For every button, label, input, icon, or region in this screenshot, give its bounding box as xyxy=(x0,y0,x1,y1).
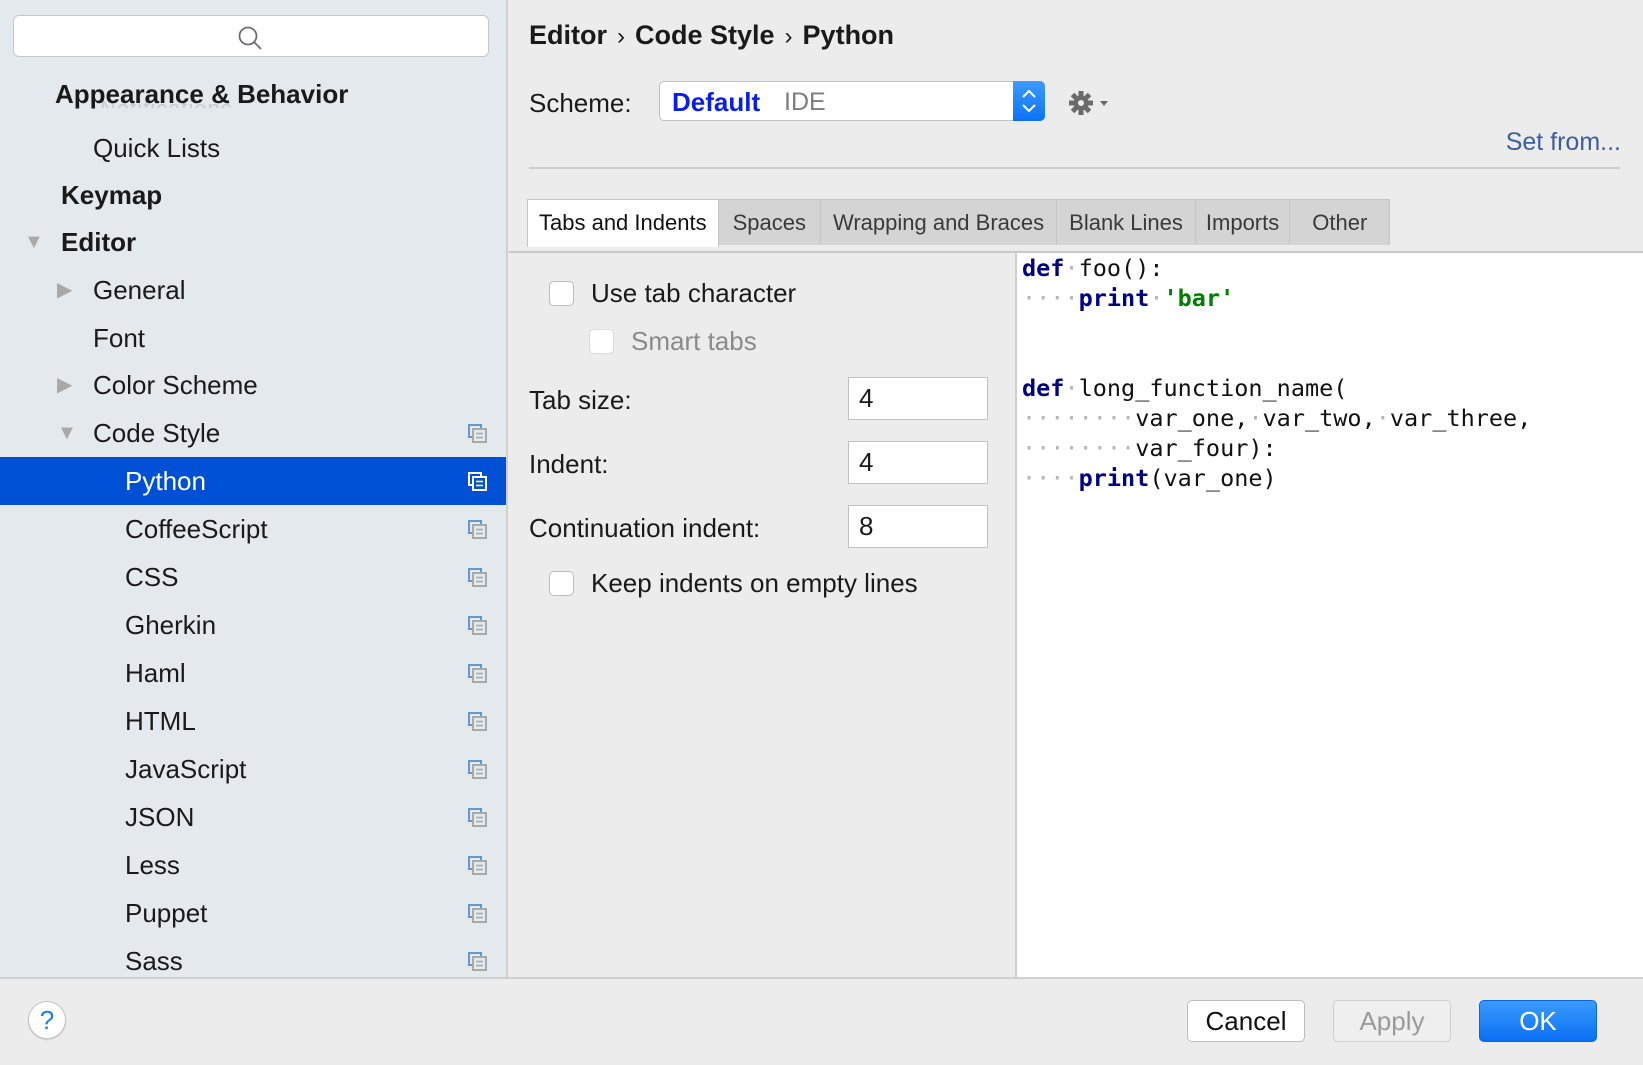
project-scheme-copy-icon xyxy=(468,424,487,443)
tab-other[interactable]: Other xyxy=(1289,199,1391,245)
sidebar-item-color-scheme[interactable]: ▶ Color Scheme xyxy=(0,361,506,409)
tab-bar: Tabs and Indents Spaces Wrapping and Brace… xyxy=(527,199,1391,247)
sidebar-item-label: Puppet xyxy=(125,898,208,928)
chevron-up-down-icon[interactable] xyxy=(1013,81,1045,121)
project-scheme-copy-icon xyxy=(468,520,487,539)
divider xyxy=(529,167,1620,169)
code-preview: def·foo(): ····print·'bar' def·long_func… xyxy=(1015,253,1643,977)
sidebar-item-label: CSS xyxy=(125,562,179,592)
use-tab-character-checkbox[interactable] xyxy=(549,281,574,306)
keep-indents-checkbox[interactable] xyxy=(549,571,574,596)
cancel-button[interactable]: Cancel xyxy=(1187,1000,1305,1042)
sidebar-item-label: Sass xyxy=(125,946,183,976)
sidebar-item-html[interactable]: HTML xyxy=(0,697,506,745)
sidebar-item-label: Keymap xyxy=(61,180,163,210)
expand-arrow-right-icon[interactable]: ▶ xyxy=(57,361,72,409)
sidebar-item-python[interactable]: Python xyxy=(0,457,506,505)
scheme-name: Default xyxy=(672,87,761,117)
project-scheme-copy-icon xyxy=(468,952,487,971)
sidebar-item-label: Color Scheme xyxy=(93,370,258,400)
tab-wrapping-and-braces[interactable]: Wrapping and Braces xyxy=(819,199,1058,245)
sidebar-item-label: JSON xyxy=(125,802,195,832)
sidebar-item-label: Less xyxy=(125,850,180,880)
project-scheme-copy-icon xyxy=(468,472,487,491)
scheme-label: Scheme: xyxy=(529,88,632,118)
project-scheme-copy-icon xyxy=(468,568,487,587)
sidebar-item-general[interactable]: ▶ General xyxy=(0,266,506,314)
tabs-and-indents-panel: Use tab character Smart tabs Tab size: 4… xyxy=(509,253,1015,977)
ok-button[interactable]: OK xyxy=(1479,1000,1597,1042)
breadcrumb-separator: › xyxy=(617,23,625,50)
sidebar-item-javascript[interactable]: JavaScript xyxy=(0,745,506,793)
sidebar-item-sass[interactable]: Sass xyxy=(0,937,506,977)
sidebar-item-label: General xyxy=(93,275,186,305)
sidebar-item-coffeescript[interactable]: CoffeeScript xyxy=(0,505,506,553)
tab-spaces[interactable]: Spaces xyxy=(717,199,821,245)
sidebar-item-label: Gherkin xyxy=(125,610,217,640)
project-scheme-copy-icon xyxy=(468,712,487,731)
continuation-indent-input[interactable]: 8 xyxy=(848,505,988,548)
sidebar-item-json[interactable]: JSON xyxy=(0,793,506,841)
sidebar-item-label: JavaScript xyxy=(125,754,247,784)
breadcrumb: Editor › Code Style › Python xyxy=(529,20,894,51)
sidebar-item-quick-lists[interactable]: Quick Lists xyxy=(0,124,506,172)
smart-tabs-label[interactable]: Smart tabs xyxy=(631,326,757,357)
sidebar-item-label: CoffeeScript xyxy=(125,514,268,544)
sidebar-item-gherkin[interactable]: Gherkin xyxy=(0,601,506,649)
sidebar-item-less[interactable]: Less xyxy=(0,841,506,889)
help-button[interactable]: ? xyxy=(28,1001,66,1039)
code-preview-text: def·foo(): ····print·'bar' def·long_func… xyxy=(1022,254,1532,492)
set-from-link[interactable]: Set from... xyxy=(1506,128,1621,157)
tab-imports[interactable]: Imports xyxy=(1194,199,1291,245)
breadcrumb-code-style: Code Style xyxy=(635,20,775,50)
breadcrumb-editor: Editor xyxy=(529,20,607,50)
sidebar-item-label: Font xyxy=(93,323,146,353)
breadcrumb-python: Python xyxy=(802,20,895,50)
scheme-kind: IDE xyxy=(784,88,826,116)
search-icon xyxy=(238,26,262,50)
tab-tabs-and-indents[interactable]: Tabs and Indents xyxy=(527,199,719,247)
sidebar-item-appearance-behavior[interactable]: Appearance & Behavior xyxy=(0,70,506,118)
sidebar-item-label: Editor xyxy=(61,227,137,257)
expand-arrow-right-icon[interactable]: ▶ xyxy=(57,266,72,314)
project-scheme-copy-icon xyxy=(468,664,487,683)
sidebar-item-haml[interactable]: Haml xyxy=(0,649,506,697)
project-scheme-copy-icon xyxy=(468,760,487,779)
tab-blank-lines[interactable]: Blank Lines xyxy=(1056,199,1196,245)
sidebar-item-font[interactable]: Font xyxy=(0,314,506,362)
breadcrumb-separator: › xyxy=(784,23,793,50)
smart-tabs-checkbox[interactable] xyxy=(589,329,614,354)
sidebar-item-label: Python xyxy=(125,466,206,496)
sidebar-item-css[interactable]: CSS xyxy=(0,553,506,601)
settings-sidebar: Notifications Appearance & BehaviorQuick… xyxy=(0,0,508,977)
scheme-select[interactable]: Default IDE xyxy=(659,81,1045,121)
sidebar-item-label: Appearance & Behavior xyxy=(55,79,349,109)
project-scheme-copy-icon xyxy=(468,616,487,635)
sidebar-item-label: Haml xyxy=(125,658,186,688)
tab-size-label: Tab size: xyxy=(529,385,632,415)
sidebar-item-editor[interactable]: ▼ Editor xyxy=(0,218,506,266)
sidebar-item-label: Code Style xyxy=(93,418,221,448)
expand-arrow-down-icon[interactable]: ▼ xyxy=(24,218,44,266)
divider xyxy=(0,977,1643,979)
sidebar-item-code-style[interactable]: ▼ Code Style xyxy=(0,409,506,457)
keep-indents-label[interactable]: Keep indents on empty lines xyxy=(591,568,918,599)
gear-menu-button[interactable] xyxy=(1068,90,1112,121)
gear-icon xyxy=(1069,91,1108,115)
project-scheme-copy-icon xyxy=(468,808,487,827)
project-scheme-copy-icon xyxy=(468,856,487,875)
use-tab-character-label[interactable]: Use tab character xyxy=(591,278,796,309)
sidebar-item-puppet[interactable]: Puppet xyxy=(0,889,506,937)
continuation-indent-label: Continuation indent: xyxy=(529,513,761,543)
settings-search-input[interactable] xyxy=(13,15,489,57)
tab-size-input[interactable]: 4 xyxy=(848,377,988,420)
project-scheme-copy-icon xyxy=(468,904,487,923)
apply-button[interactable]: Apply xyxy=(1333,1000,1451,1042)
indent-input[interactable]: 4 xyxy=(848,441,988,484)
sidebar-item-label: HTML xyxy=(125,706,196,736)
indent-label: Indent: xyxy=(529,449,609,479)
expand-arrow-down-icon[interactable]: ▼ xyxy=(57,409,77,457)
sidebar-item-label: Quick Lists xyxy=(93,133,221,163)
sidebar-item-keymap[interactable]: Keymap xyxy=(0,171,506,219)
